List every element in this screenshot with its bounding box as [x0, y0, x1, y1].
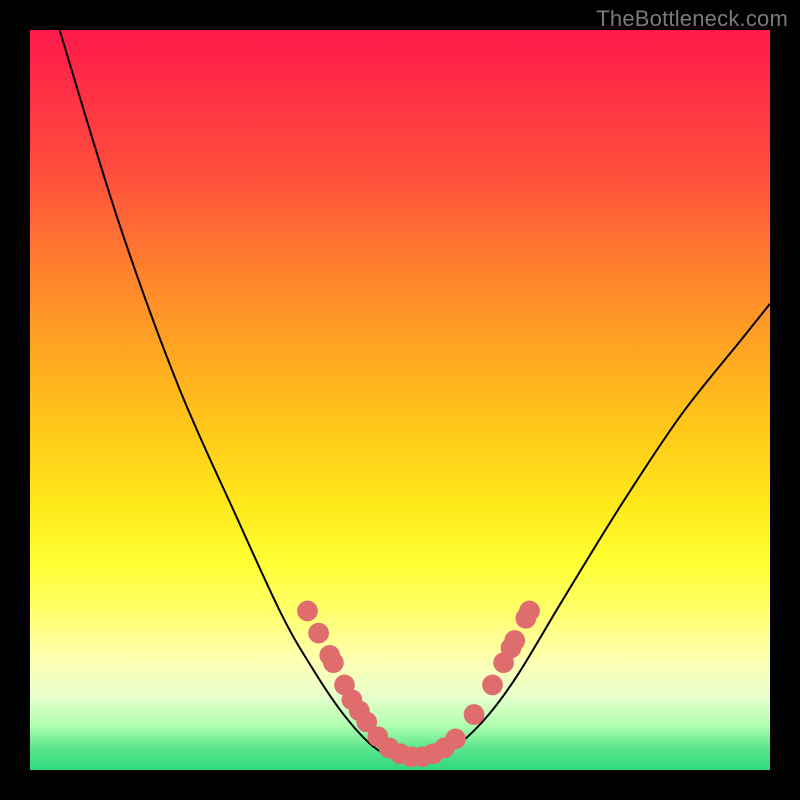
data-marker	[504, 630, 525, 651]
watermark-text: TheBottleneck.com	[596, 6, 788, 32]
data-marker	[323, 652, 344, 673]
data-marker	[482, 675, 503, 696]
marker-group	[297, 601, 540, 768]
chart-frame: TheBottleneck.com	[0, 0, 800, 800]
data-marker	[308, 623, 329, 644]
bottleneck-curve	[60, 30, 770, 759]
data-marker	[519, 601, 540, 622]
data-marker	[445, 729, 466, 750]
data-marker	[464, 704, 485, 725]
data-marker	[297, 601, 318, 622]
plot-svg	[30, 30, 770, 770]
